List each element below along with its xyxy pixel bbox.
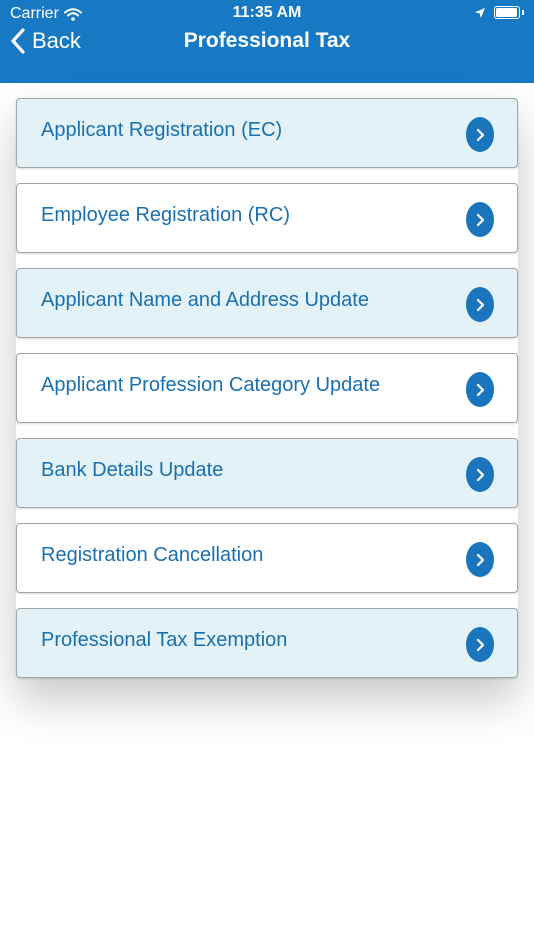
menu-item-label: Bank Details Update	[41, 459, 224, 481]
menu-item-label: Applicant Registration (EC)	[41, 119, 283, 141]
chevron-right-icon[interactable]	[466, 457, 494, 492]
menu-item-label: Registration Cancellation	[41, 544, 264, 566]
menu-item-professional-tax-exemption[interactable]: Professional Tax Exemption	[16, 608, 518, 678]
menu-item-label: Applicant Profession Category Update	[41, 374, 381, 396]
status-time: 11:35 AM	[232, 4, 302, 21]
chevron-right-icon[interactable]	[466, 117, 494, 152]
menu-item-label: Employee Registration (RC)	[41, 204, 290, 226]
chevron-right-icon[interactable]	[466, 202, 494, 237]
chevron-right-icon[interactable]	[466, 542, 494, 577]
menu-item-profession-category-update[interactable]: Applicant Profession Category Update	[16, 353, 518, 423]
menu-list: Applicant Registration (EC) Employee Reg…	[16, 98, 518, 693]
menu-item-applicant-registration[interactable]: Applicant Registration (EC)	[16, 98, 518, 168]
menu-item-employee-registration[interactable]: Employee Registration (RC)	[16, 183, 518, 253]
menu-item-label: Professional Tax Exemption	[41, 629, 288, 651]
status-right-icons	[474, 6, 524, 19]
chevron-right-icon[interactable]	[466, 287, 494, 322]
menu-item-registration-cancellation[interactable]: Registration Cancellation	[16, 523, 518, 593]
battery-tip	[522, 10, 524, 15]
navigation-header: Carrier 11:35 AM Back Professional Tax	[0, 0, 534, 83]
page-title: Professional Tax	[183, 29, 351, 52]
status-bar: Carrier 11:35 AM	[0, 0, 534, 28]
menu-item-label: Applicant Name and Address Update	[41, 289, 369, 311]
menu-item-name-address-update[interactable]: Applicant Name and Address Update	[16, 268, 518, 338]
chevron-right-icon[interactable]	[466, 627, 494, 662]
chevron-right-icon[interactable]	[466, 372, 494, 407]
battery-icon	[494, 6, 520, 19]
location-arrow-icon	[475, 7, 485, 18]
menu-item-bank-details-update[interactable]: Bank Details Update	[16, 438, 518, 508]
